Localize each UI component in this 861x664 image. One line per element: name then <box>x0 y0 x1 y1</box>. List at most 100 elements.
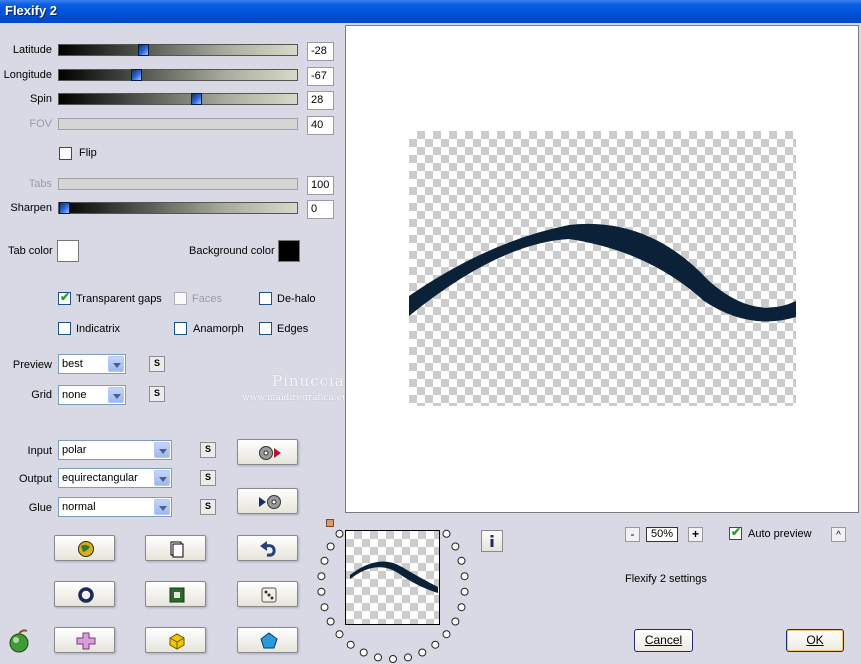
cancel-button[interactable]: Cancel <box>634 629 693 652</box>
navigator-dot[interactable] <box>418 648 427 657</box>
navigator-dot[interactable] <box>374 653 382 662</box>
chevron-down-icon[interactable] <box>108 356 124 372</box>
output-s-button[interactable]: S <box>200 470 216 486</box>
longitude-slider[interactable] <box>58 69 298 81</box>
preview-canvas[interactable] <box>345 25 859 513</box>
navigator-dot[interactable] <box>442 529 451 538</box>
longitude-label: Longitude <box>3 69 52 81</box>
transparent-gaps-label: Transparent gaps <box>76 293 162 305</box>
pentagon-icon <box>260 632 278 649</box>
navigator-dot[interactable] <box>317 587 326 596</box>
sharpen-slider[interactable] <box>58 202 298 214</box>
window-title: Flexify 2 <box>5 3 58 18</box>
latitude-input[interactable]: -28 <box>307 42 334 61</box>
navigator-dot[interactable] <box>389 655 397 663</box>
undo-button[interactable] <box>237 535 298 561</box>
pentagon-shape-button[interactable] <box>237 627 298 653</box>
navigator-dot[interactable] <box>335 630 344 639</box>
output-label: Output <box>18 473 52 485</box>
transparent-gaps-checkbox[interactable]: ✔ <box>58 290 71 305</box>
navigator-dot[interactable] <box>457 556 466 565</box>
checkmark-icon: ✔ <box>731 525 742 539</box>
navigator-dot[interactable] <box>451 617 460 626</box>
navigator-ring[interactable] <box>310 520 480 664</box>
navigator-dot[interactable] <box>346 640 355 649</box>
title-bar[interactable]: Flexify 2 <box>0 0 861 23</box>
fov-input: 40 <box>307 116 334 135</box>
glue-select-value: normal <box>62 501 96 513</box>
anamorph-checkbox[interactable] <box>174 322 187 335</box>
chevron-down-icon[interactable] <box>154 470 170 486</box>
grid-select[interactable]: none <box>58 385 126 405</box>
anamorph-label: Anamorph <box>193 323 244 335</box>
collapse-button[interactable]: ^ <box>831 527 846 542</box>
longitude-input[interactable]: -67 <box>307 67 334 86</box>
preview-select[interactable]: best <box>58 354 126 374</box>
undo-icon <box>260 541 276 557</box>
spin-slider[interactable] <box>58 93 298 105</box>
sharpen-label: Sharpen <box>10 202 52 214</box>
preview-s-button[interactable]: S <box>149 356 165 372</box>
navigator-dot[interactable] <box>326 542 335 551</box>
copy-button[interactable] <box>145 535 206 561</box>
background-color-swatch[interactable] <box>278 240 300 262</box>
glue-select[interactable]: normal <box>58 497 172 517</box>
cube-shape-button[interactable] <box>145 627 206 653</box>
navigator-dot[interactable] <box>320 556 329 565</box>
chevron-down-icon[interactable] <box>108 387 124 403</box>
indicatrix-label: Indicatrix <box>76 323 121 335</box>
ring-shape-button[interactable] <box>54 581 115 607</box>
sharpen-input[interactable]: 0 <box>307 200 334 219</box>
zoom-in-button[interactable]: + <box>688 527 703 542</box>
spin-slider-thumb[interactable] <box>191 93 202 105</box>
navigator-dot[interactable] <box>320 603 329 612</box>
tab-color-swatch[interactable] <box>57 240 79 262</box>
grid-s-button[interactable]: S <box>149 386 165 402</box>
auto-preview-checkbox[interactable]: ✔ <box>729 525 742 540</box>
plugin-logo-icon <box>6 628 32 654</box>
randomize-globe-button[interactable] <box>54 535 115 561</box>
chevron-down-icon[interactable] <box>154 499 170 515</box>
navigator-dot[interactable] <box>335 529 344 538</box>
navigator-dot[interactable] <box>317 572 326 581</box>
navigator-dot[interactable] <box>460 587 469 596</box>
spin-input[interactable]: 28 <box>307 91 334 110</box>
sharpen-slider-thumb[interactable] <box>59 202 70 214</box>
navigator-dot[interactable] <box>431 640 440 649</box>
navigator-dot[interactable] <box>442 630 451 639</box>
frame-icon <box>169 587 185 603</box>
navigator-dot[interactable] <box>457 603 466 612</box>
de-halo-checkbox[interactable] <box>259 292 272 305</box>
navigator-dot[interactable] <box>359 648 368 657</box>
zoom-out-button[interactable]: - <box>625 527 640 542</box>
swap-output-input-button[interactable] <box>237 488 298 514</box>
input-s-button[interactable]: S <box>200 442 216 458</box>
preview-label: Preview <box>12 359 52 371</box>
frame-shape-button[interactable] <box>145 581 206 607</box>
navigator-dot[interactable] <box>460 572 469 581</box>
plus-shape-icon <box>76 632 96 650</box>
disc-arrow-right-icon <box>259 446 281 460</box>
navigator-dot[interactable] <box>326 617 335 626</box>
cube-icon <box>169 633 185 650</box>
plus-shape-button[interactable] <box>54 627 115 653</box>
latitude-slider-thumb[interactable] <box>138 44 149 56</box>
swap-input-output-button[interactable] <box>237 439 298 465</box>
input-select[interactable]: polar <box>58 440 172 460</box>
navigator-dot[interactable] <box>404 653 412 662</box>
output-select[interactable]: equirectangular <box>58 468 172 488</box>
indicatrix-checkbox[interactable] <box>58 322 71 335</box>
random-dice-button[interactable] <box>237 581 298 607</box>
ok-button[interactable]: OK <box>786 629 844 652</box>
glue-s-button[interactable]: S <box>200 499 216 515</box>
de-halo-label: De-halo <box>277 293 316 305</box>
output-select-value: equirectangular <box>62 472 138 484</box>
fov-slider <box>58 118 298 130</box>
latitude-slider[interactable] <box>58 44 298 56</box>
flip-checkbox[interactable] <box>59 147 72 160</box>
info-button[interactable] <box>481 530 503 552</box>
longitude-slider-thumb[interactable] <box>131 69 142 81</box>
edges-checkbox[interactable] <box>259 322 272 335</box>
navigator-dot[interactable] <box>451 542 460 551</box>
chevron-down-icon[interactable] <box>154 442 170 458</box>
